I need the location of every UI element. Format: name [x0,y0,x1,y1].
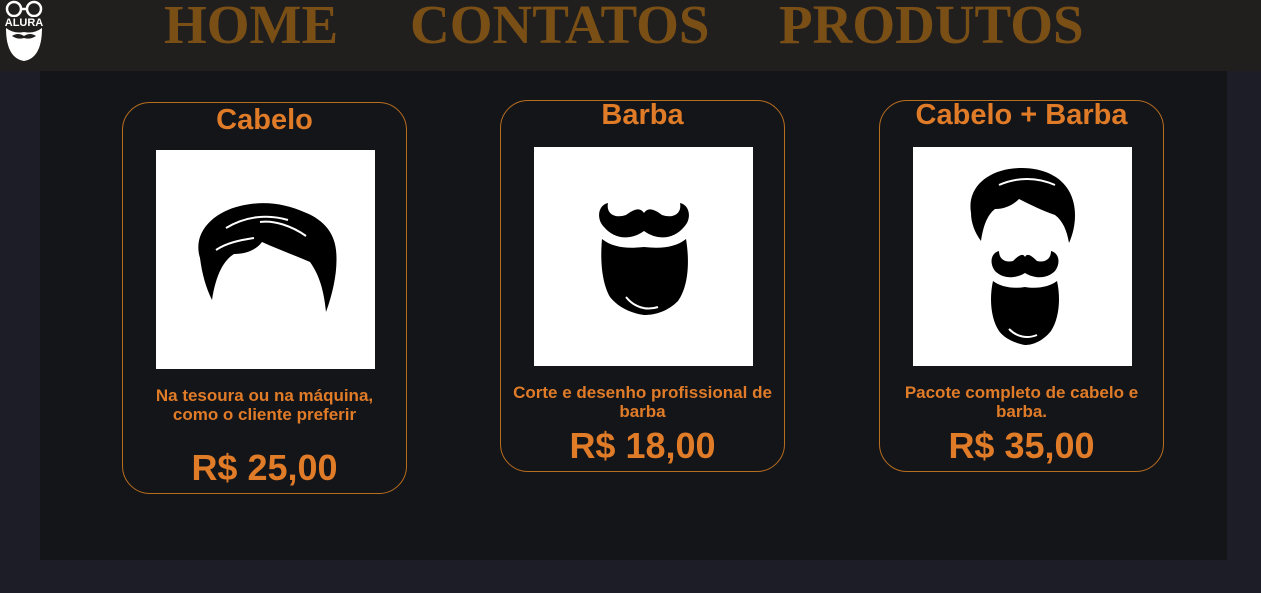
product-title: Cabelo + Barba [915,99,1128,131]
nav-home-link[interactable]: HOME [164,0,338,56]
product-image [156,150,375,369]
beard-icon [599,203,689,315]
nav-contatos-link[interactable]: CONTATOS [410,0,710,56]
hair-and-beard-icon [970,167,1075,345]
product-image [534,147,753,366]
product-title: Cabelo [216,104,313,136]
product-card-cabelo-barba[interactable]: Cabelo + Barba Pacote completo de cabelo… [879,99,1164,472]
alura-logo[interactable]: ALURA [0,0,48,62]
product-price: R$ 25,00 [191,447,338,488]
product-description: Na tesoura ou na máquina, como o cliente… [155,386,374,424]
products-section: Cabelo Na tesoura ou na máquina, como o … [40,71,1227,560]
hair-icon [198,203,337,312]
product-image [913,147,1132,366]
product-description: Corte e desenho profissional de barba [513,383,772,421]
product-price: R$ 18,00 [569,425,716,466]
product-price: R$ 35,00 [948,425,1095,466]
product-description: Pacote completo de cabelo e barba. [904,383,1139,421]
top-navigation-bar: ALURA HOME CONTATOS PRODUTOS [0,0,1261,71]
product-card-cabelo[interactable]: Cabelo Na tesoura ou na máquina, como o … [122,102,407,494]
product-card-barba[interactable]: Barba Corte e desenho profissional de ba… [500,99,785,472]
logo-text: ALURA [5,17,44,29]
product-title: Barba [601,99,684,131]
nav-produtos-link[interactable]: PRODUTOS [779,0,1084,56]
